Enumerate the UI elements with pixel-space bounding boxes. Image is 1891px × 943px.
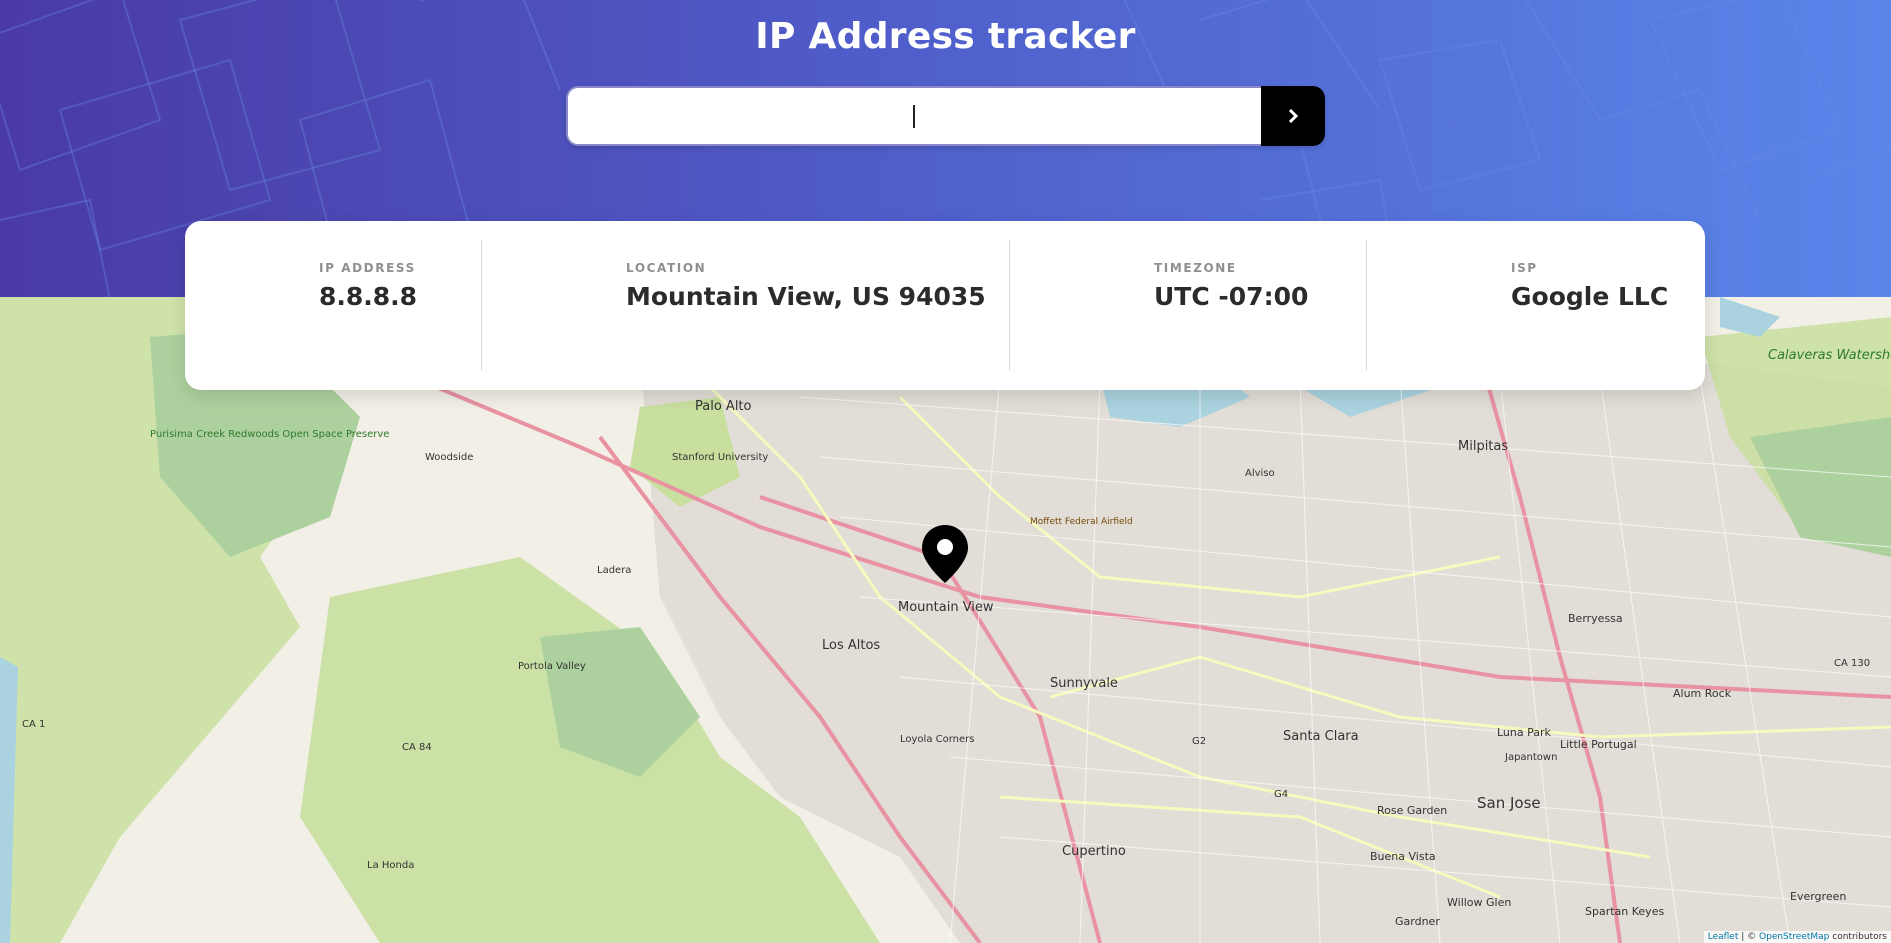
info-divider	[1366, 240, 1367, 371]
map-label: Milpitas	[1458, 439, 1508, 454]
map-label: Willow Glen	[1447, 896, 1511, 909]
map-label: La Honda	[367, 860, 414, 871]
map-label: Luna Park	[1497, 726, 1552, 739]
map-label: Stanford University	[672, 452, 768, 463]
map-label: Los Altos	[822, 638, 880, 653]
map-label: Woodside	[425, 452, 473, 463]
info-value: Mountain View, US 94035	[626, 282, 986, 311]
map-label: San Jose	[1477, 794, 1541, 812]
map-label: CA 1	[22, 719, 45, 730]
map-label: Spartan Keyes	[1585, 905, 1664, 918]
map-label: Evergreen	[1790, 890, 1846, 903]
ip-info-card: IP ADDRESS 8.8.8.8 LOCATION Mountain Vie…	[185, 221, 1705, 390]
map-label: Loyola Corners	[900, 734, 974, 745]
map-label: Rose Garden	[1377, 804, 1447, 817]
map-label: Santa Clara	[1283, 729, 1359, 744]
map-label: Purisima Creek Redwoods Open Space Prese…	[150, 429, 389, 440]
ip-search-form	[566, 86, 1325, 146]
info-divider	[1009, 240, 1010, 371]
map-label: Sunnyvale	[1050, 676, 1118, 691]
map-label: G2	[1192, 736, 1206, 747]
map-label: Alum Rock	[1673, 687, 1732, 700]
map-label: CA 84	[402, 742, 432, 753]
info-value: Google LLC	[1511, 282, 1669, 311]
chevron-right-icon	[1288, 108, 1299, 124]
info-label: ISP	[1511, 261, 1538, 275]
map-attribution: Leaflet | © OpenStreetMap contributors	[1703, 931, 1891, 943]
map-label: Cupertino	[1062, 844, 1126, 859]
info-label: TIMEZONE	[1154, 261, 1237, 275]
osm-link[interactable]: OpenStreetMap	[1759, 932, 1829, 942]
info-label: IP ADDRESS	[319, 261, 416, 275]
map-label: Little Portugal	[1560, 738, 1637, 751]
map-label: Mountain View	[898, 600, 994, 615]
map-label: Ladera	[597, 565, 631, 576]
map-label: CA 130	[1834, 658, 1870, 669]
map-label: G4	[1274, 789, 1288, 800]
attribution-separator: | ©	[1738, 932, 1760, 942]
attribution-tail: contributors	[1829, 932, 1887, 942]
info-divider	[481, 240, 482, 371]
leaflet-link[interactable]: Leaflet	[1708, 932, 1739, 942]
map-label: Buena Vista	[1370, 850, 1436, 863]
info-label: LOCATION	[626, 261, 707, 275]
map-label: Gardner	[1395, 915, 1440, 928]
map-pin-icon	[922, 525, 968, 583]
map[interactable]: Palo Alto Stanford University Woodside M…	[0, 297, 1891, 943]
map-label: Moffett Federal Airfield	[1030, 517, 1133, 527]
map-label: Portola Valley	[518, 661, 586, 672]
text-cursor	[913, 105, 915, 128]
map-label: Calaveras Watershed	[1768, 348, 1891, 363]
page-title: IP Address tracker	[755, 16, 1136, 57]
map-label: Japantown	[1504, 752, 1557, 763]
info-value: 8.8.8.8	[319, 282, 418, 311]
info-value: UTC -07:00	[1154, 282, 1309, 311]
map-tiles: Palo Alto Stanford University Woodside M…	[0, 297, 1891, 943]
map-label: Alviso	[1245, 468, 1275, 479]
search-submit-button[interactable]	[1261, 86, 1325, 146]
map-label: Berryessa	[1568, 612, 1623, 625]
map-label: Palo Alto	[695, 399, 752, 414]
